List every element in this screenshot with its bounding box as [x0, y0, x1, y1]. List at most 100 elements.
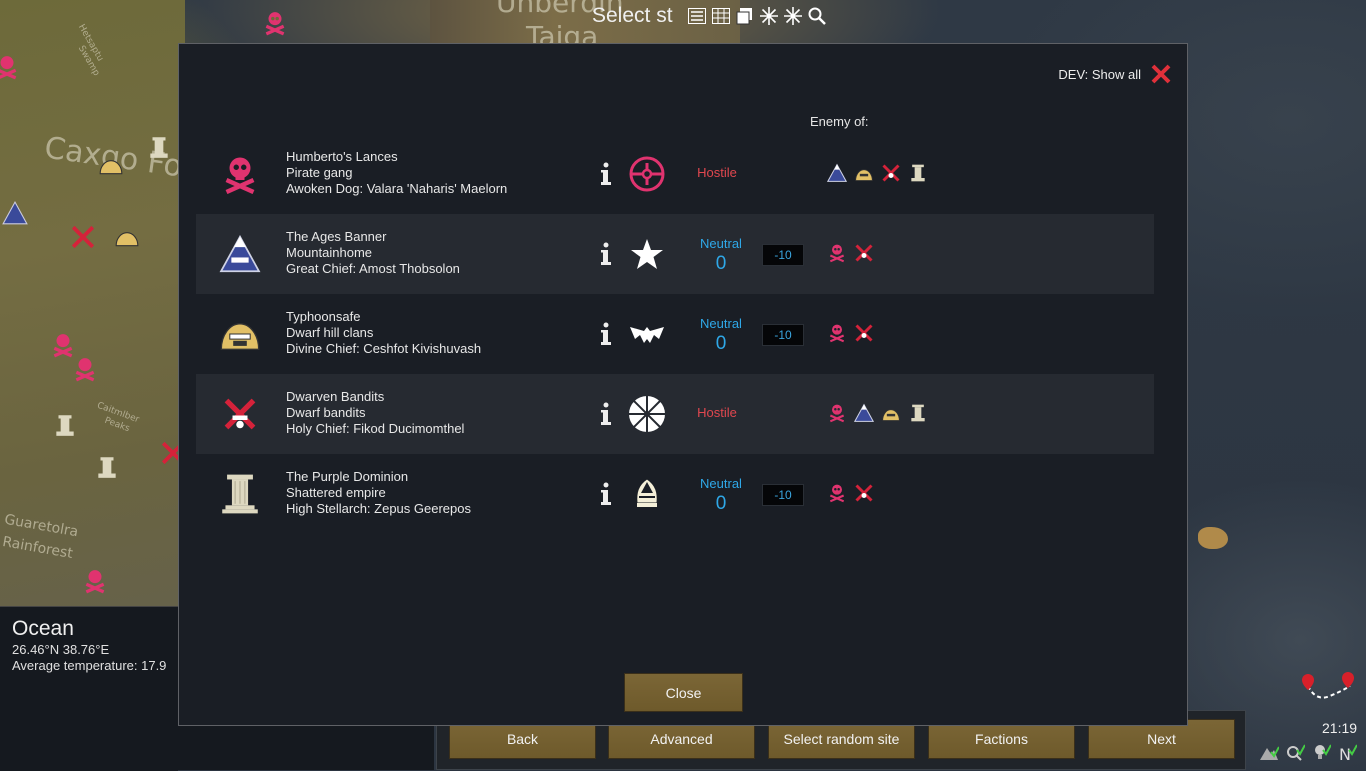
- skull-icon: [826, 482, 848, 504]
- crossed-swords-icon: [880, 162, 902, 184]
- relation-label: Neutral: [700, 236, 742, 251]
- terrain-toggle-icon[interactable]: [1258, 740, 1280, 764]
- lightbulb-toggle-icon[interactable]: [1310, 740, 1332, 764]
- layers-icon[interactable]: [734, 5, 756, 27]
- relation-status: Neutral 0: [694, 236, 748, 275]
- info-icon[interactable]: [598, 160, 614, 188]
- faction-name: Dwarven Bandits: [286, 389, 385, 404]
- tile-temperature: Average temperature: 17.9: [12, 658, 167, 673]
- map-pillar-marker[interactable]: [50, 410, 80, 440]
- relation-status: Hostile: [697, 405, 737, 420]
- goodwill-value: 0: [715, 493, 727, 514]
- dome-icon: [853, 162, 875, 184]
- map-dome-marker[interactable]: [96, 150, 126, 180]
- map-mountain-marker[interactable]: [0, 198, 30, 228]
- enemy-list: [826, 322, 875, 344]
- faction-description: Humberto's Lances Pirate gang Awoken Dog…: [286, 149, 507, 197]
- snowflake-icon[interactable]: [758, 5, 780, 27]
- skull-icon: [826, 242, 848, 264]
- helmet-icon[interactable]: [626, 473, 668, 515]
- relation-status: Neutral 0: [694, 316, 748, 355]
- enemy-list: [826, 482, 875, 504]
- faction-type: Pirate gang: [286, 165, 353, 180]
- faction-description: Typhoonsafe Dwarf hill clans Divine Chie…: [286, 309, 481, 357]
- dev-show-all: DEV: Show all: [1058, 62, 1173, 86]
- snowflake-icon[interactable]: [782, 5, 804, 27]
- faction-row: Humberto's Lances Pirate gang Awoken Dog…: [196, 134, 1154, 214]
- page-title: Select st: [592, 4, 673, 27]
- star-icon[interactable]: [626, 233, 668, 275]
- skull-icon: [218, 152, 262, 196]
- search-icon[interactable]: [806, 5, 828, 27]
- faction-name: The Ages Banner: [286, 229, 387, 244]
- world-search-bar: Select st: [592, 3, 828, 29]
- map-skull-marker[interactable]: [70, 354, 100, 384]
- info-icon[interactable]: [598, 480, 614, 508]
- map-swords-marker[interactable]: [68, 222, 98, 252]
- goodwill-value: 0: [715, 253, 727, 274]
- faction-name: The Purple Dominion: [286, 469, 409, 484]
- map-skull-marker[interactable]: [80, 566, 110, 596]
- map-island: [1198, 527, 1228, 549]
- enemy-of-header: Enemy of:: [810, 114, 869, 129]
- faction-description: Dwarven Bandits Dwarf bandits Holy Chief…: [286, 389, 464, 437]
- faction-name: Humberto's Lances: [286, 149, 398, 164]
- map-pillar-marker[interactable]: [92, 452, 122, 482]
- dome-icon: [218, 312, 262, 356]
- faction-row: Dwarven Bandits Dwarf bandits Holy Chief…: [196, 374, 1154, 454]
- compass-toggle-icon[interactable]: N: [1336, 740, 1358, 764]
- faction-type: Dwarf bandits: [286, 405, 366, 420]
- goodwill-value: 0: [715, 333, 727, 354]
- map-pillar-marker[interactable]: [144, 132, 174, 162]
- faction-type: Mountainhome: [286, 245, 372, 260]
- faction-type: Dwarf hill clans: [286, 325, 374, 340]
- map-toggles: N: [1258, 740, 1358, 764]
- tile-coordinates: 26.46°N 38.76°E: [12, 642, 110, 657]
- pillar-icon: [907, 402, 929, 424]
- relation-status: Hostile: [697, 165, 737, 180]
- asterisk-icon[interactable]: [626, 393, 668, 435]
- goodwill-change-button[interactable]: -10: [762, 244, 804, 266]
- faction-leader: Holy Chief: Fikod Ducimomthel: [286, 421, 465, 436]
- info-icon[interactable]: [598, 240, 614, 268]
- relation-label: Neutral: [700, 316, 742, 331]
- map-dome-marker[interactable]: [112, 222, 142, 252]
- map-skull-marker[interactable]: [260, 8, 290, 38]
- grid-icon[interactable]: [710, 5, 732, 27]
- crossed-swords-icon: [853, 242, 875, 264]
- search-toggle-icon[interactable]: [1284, 740, 1306, 764]
- faction-type: Shattered empire: [286, 485, 386, 500]
- crossed-swords-icon: [853, 482, 875, 504]
- tile-biome: Ocean: [12, 617, 74, 640]
- enemy-list: [826, 242, 875, 264]
- tile-info-panel: Ocean 26.46°N 38.76°E Average temperatur…: [0, 606, 178, 771]
- faction-leader: Divine Chief: Ceshfot Kivishuvash: [286, 341, 482, 356]
- close-button[interactable]: Close: [624, 673, 743, 712]
- faction-row: The Purple Dominion Shattered empire Hig…: [196, 454, 1154, 534]
- dome-icon: [880, 402, 902, 424]
- relation-status: Neutral 0: [694, 476, 748, 515]
- close-icon[interactable]: [1149, 62, 1173, 86]
- mountain-icon: [826, 162, 848, 184]
- faction-description: The Purple Dominion Shattered empire Hig…: [286, 469, 471, 517]
- enemy-list: [826, 402, 929, 424]
- bat-icon[interactable]: [626, 313, 668, 355]
- faction-leader: High Stellarch: Zepus Geerepos: [286, 501, 471, 516]
- faction-leader: Awoken Dog: Valara 'Naharis' Maelorn: [286, 181, 508, 196]
- list-icon[interactable]: [686, 5, 708, 27]
- enemy-list: [826, 162, 929, 184]
- goodwill-change-button[interactable]: -10: [762, 324, 804, 346]
- svg-text:N: N: [1339, 745, 1351, 762]
- faction-name: Typhoonsafe: [286, 309, 361, 324]
- goodwill-change-button[interactable]: -10: [762, 484, 804, 506]
- circle-cross-icon[interactable]: [626, 153, 668, 195]
- faction-leader: Great Chief: Amost Thobsolon: [286, 261, 460, 276]
- pillar-icon: [907, 162, 929, 184]
- info-icon[interactable]: [598, 400, 614, 428]
- map-skull-marker[interactable]: [0, 52, 22, 82]
- mountain-icon: [853, 402, 875, 424]
- factions-dialog: DEV: Show all Enemy of: Humberto's Lance…: [178, 43, 1188, 726]
- info-icon[interactable]: [598, 320, 614, 348]
- route-planner-icon[interactable]: [1296, 672, 1360, 712]
- dev-show-all-label: DEV: Show all: [1058, 66, 1141, 82]
